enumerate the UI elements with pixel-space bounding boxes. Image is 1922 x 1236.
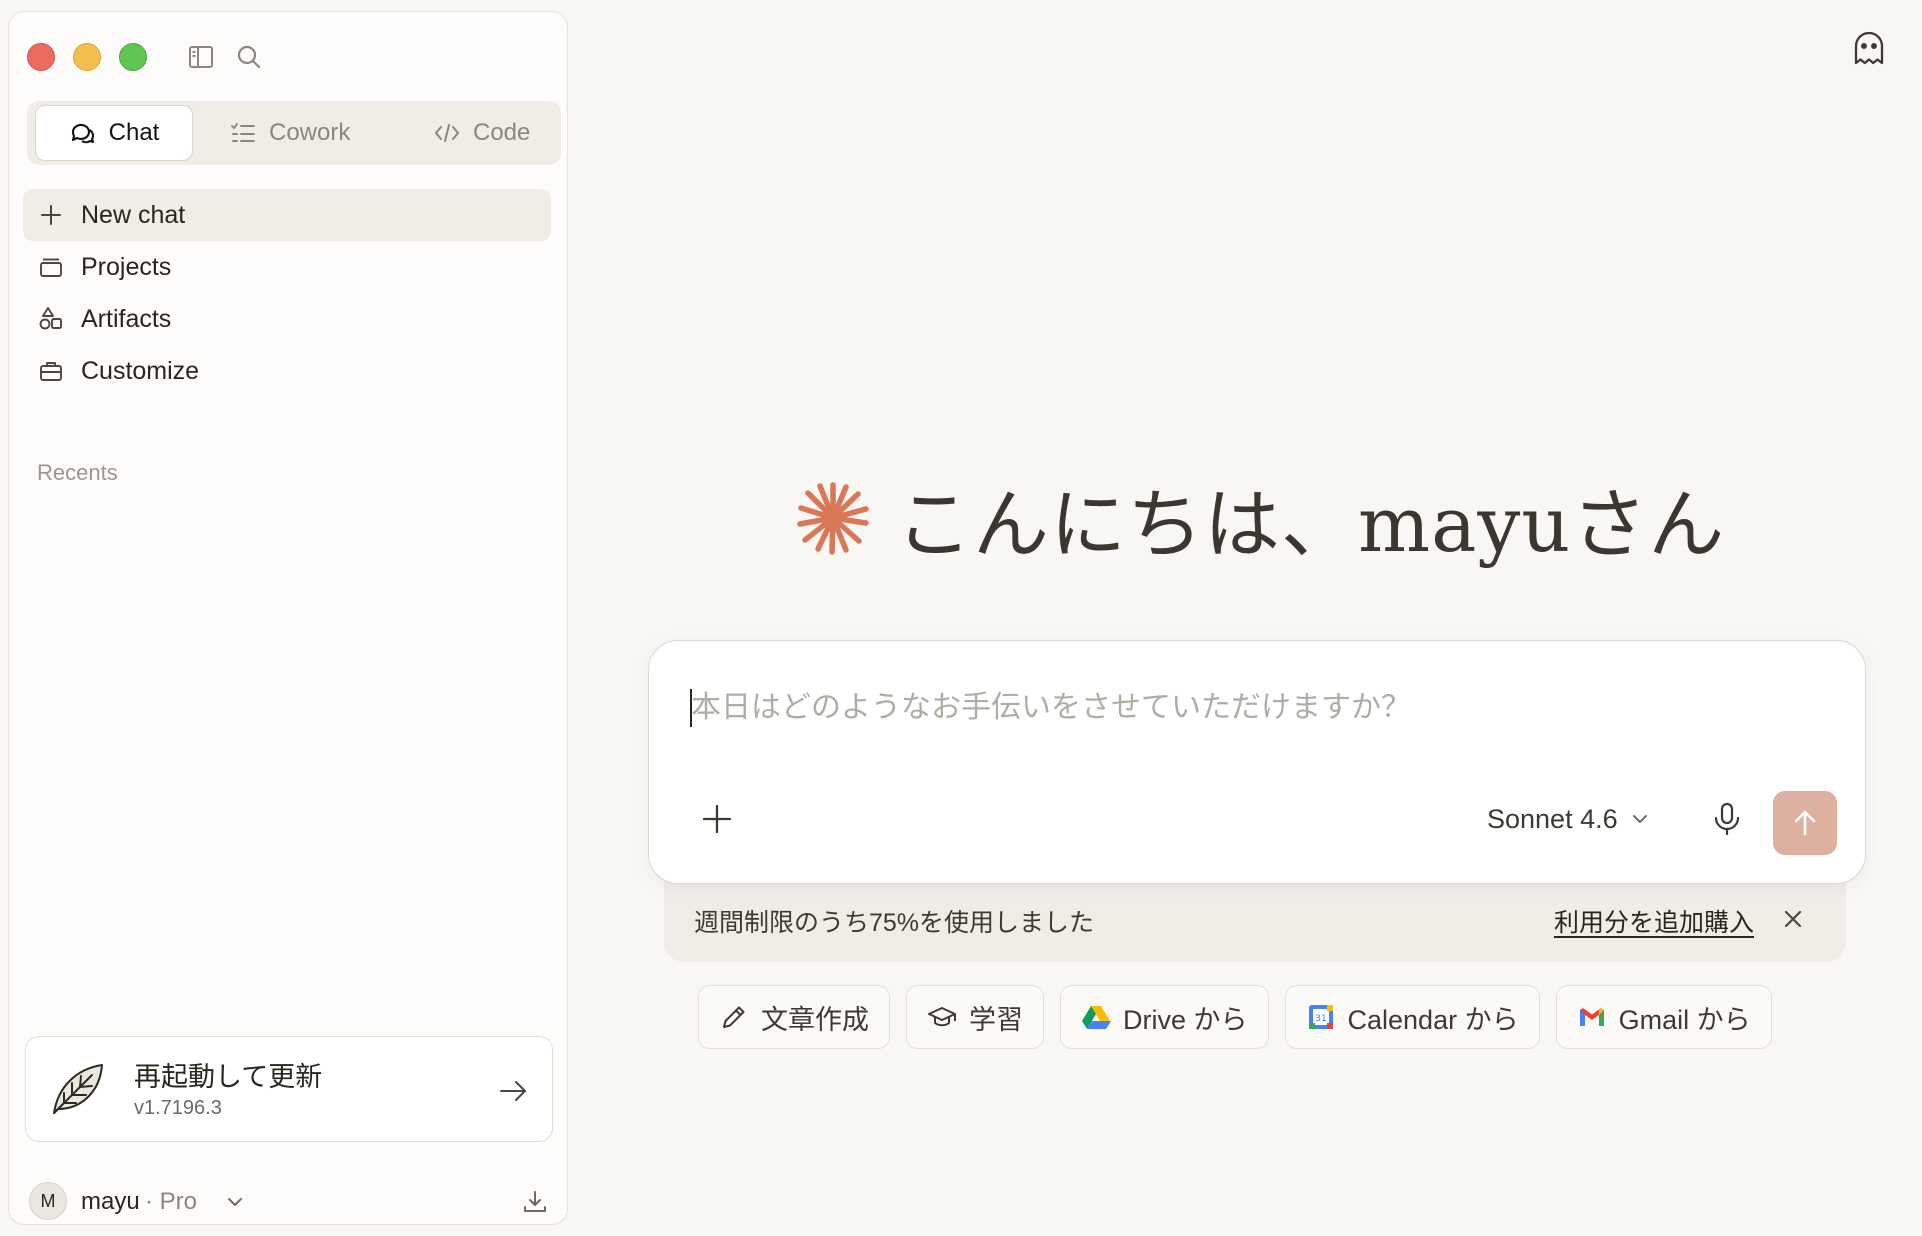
claude-spark-icon xyxy=(796,481,870,555)
sidebar-item-customize[interactable]: Customize xyxy=(23,345,551,397)
window-minimize-button[interactable] xyxy=(73,43,101,71)
microphone-icon[interactable] xyxy=(1709,801,1745,837)
checklist-icon xyxy=(229,119,257,147)
sidebar-item-label: Customize xyxy=(81,356,200,385)
chip-writing[interactable]: 文章作成 xyxy=(698,985,890,1049)
tab-cowork-label: Cowork xyxy=(269,119,351,146)
suggestion-chips: 文章作成 学習 Drive から 31 Calendar から Gmail から xyxy=(698,985,1772,1049)
sidebar-item-label: Projects xyxy=(81,252,172,281)
add-attachment-button[interactable] xyxy=(699,801,735,837)
arrow-up-icon xyxy=(1789,807,1821,839)
sidebar: Chat Cowork Code New chat Projects Artif… xyxy=(8,11,568,1225)
close-icon[interactable] xyxy=(1780,906,1806,932)
buy-more-link[interactable]: 利用分を追加購入 xyxy=(1554,903,1754,939)
model-name: Sonnet 4.6 xyxy=(1487,803,1618,834)
chip-drive[interactable]: Drive から xyxy=(1060,985,1269,1049)
window-maximize-button[interactable] xyxy=(119,43,147,71)
chip-label: Drive から xyxy=(1123,1004,1248,1035)
tab-cowork[interactable]: Cowork xyxy=(229,105,350,161)
update-version: v1.7196.3 xyxy=(134,1097,222,1119)
code-brackets-icon xyxy=(433,119,461,147)
composer: Sonnet 4.6 xyxy=(648,640,1866,884)
arrow-right-icon xyxy=(496,1074,530,1108)
account-plan: · Pro xyxy=(145,1188,198,1215)
tab-code[interactable]: Code xyxy=(433,105,530,161)
send-button[interactable] xyxy=(1773,791,1837,855)
greeting: こんにちは、mayuさん xyxy=(796,468,1725,569)
account-menu[interactable]: M mayu · Pro xyxy=(29,1180,557,1224)
update-card[interactable]: 再起動して更新 v1.7196.3 xyxy=(25,1036,553,1142)
graduation-cap-icon xyxy=(927,1002,957,1032)
model-selector[interactable]: Sonnet 4.6 xyxy=(1487,799,1650,839)
download-icon[interactable] xyxy=(521,1188,549,1216)
svg-text:31: 31 xyxy=(1315,1014,1326,1024)
account-name: mayu xyxy=(81,1188,140,1215)
shapes-icon xyxy=(37,305,65,333)
tab-code-label: Code xyxy=(473,119,531,146)
google-drive-icon xyxy=(1081,1002,1111,1032)
toggle-sidebar-icon[interactable] xyxy=(187,43,215,71)
window-close-button[interactable] xyxy=(27,43,55,71)
chip-learning[interactable]: 学習 xyxy=(906,985,1044,1049)
chevron-down-icon xyxy=(225,1192,245,1212)
avatar: M xyxy=(29,1182,67,1220)
chip-gmail[interactable]: Gmail から xyxy=(1555,985,1772,1049)
plus-icon xyxy=(37,201,65,229)
chip-label: Calendar から xyxy=(1347,1004,1519,1035)
chat-bubbles-icon xyxy=(69,119,97,147)
sidebar-item-artifacts[interactable]: Artifacts xyxy=(23,293,551,345)
update-title: 再起動して更新 xyxy=(134,1062,323,1092)
mode-tabs: Chat Cowork Code xyxy=(27,101,561,165)
greeting-text: こんにちは、mayuさん xyxy=(896,480,1726,569)
pencil-icon xyxy=(719,1002,749,1032)
search-icon[interactable] xyxy=(235,43,263,71)
folder-stack-icon xyxy=(37,253,65,281)
chip-label: 学習 xyxy=(969,1004,1023,1035)
google-calendar-icon: 31 xyxy=(1306,1002,1336,1032)
chip-label: 文章作成 xyxy=(761,1004,869,1035)
new-chat-label: New chat xyxy=(81,200,186,229)
sidebar-item-projects[interactable]: Projects xyxy=(23,241,551,293)
chip-calendar[interactable]: 31 Calendar から xyxy=(1284,985,1540,1049)
prompt-input[interactable] xyxy=(691,681,1791,733)
ghost-icon[interactable] xyxy=(1850,29,1888,67)
sidebar-item-label: Artifacts xyxy=(81,304,172,333)
leaf-icon xyxy=(46,1057,110,1121)
gmail-icon xyxy=(1577,1002,1607,1032)
chip-label: Gmail から xyxy=(1618,1004,1751,1035)
briefcase-icon xyxy=(37,357,65,385)
new-chat-button[interactable]: New chat xyxy=(23,189,551,241)
tab-chat[interactable]: Chat xyxy=(35,105,193,161)
chevron-down-icon xyxy=(1630,809,1650,829)
tab-chat-label: Chat xyxy=(108,119,160,146)
usage-text: 週間制限のうち75%を使用しました xyxy=(694,909,1095,937)
recents-heading: Recents xyxy=(37,460,118,485)
